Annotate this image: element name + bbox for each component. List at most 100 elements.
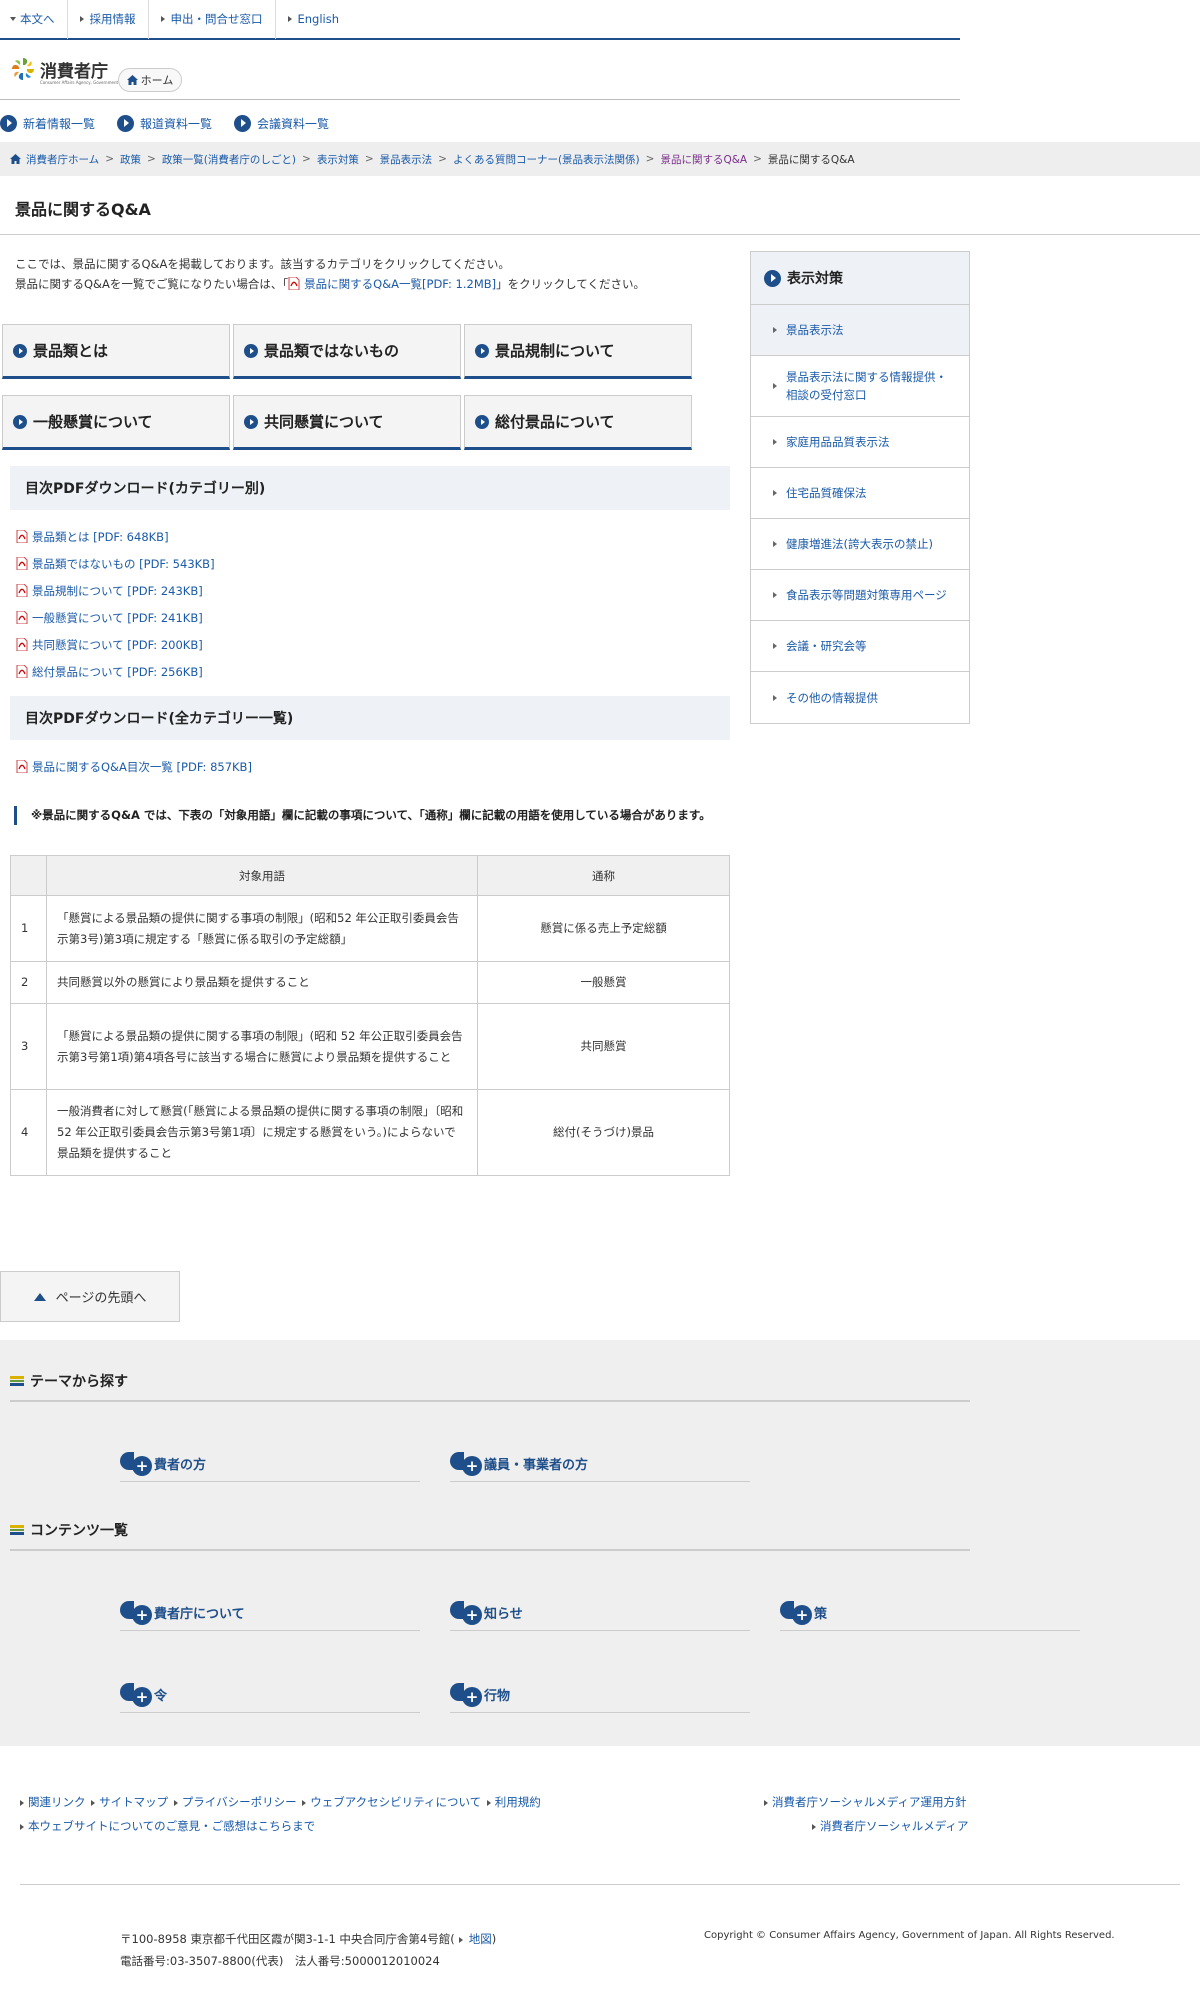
sidebar-item[interactable]: 食品表示等問題対策専用ページ (751, 570, 969, 621)
arrow-right-icon (773, 490, 777, 496)
address: 〒100-8958 東京都千代田区霞が関3-1-1 中央合同庁舎第4号館(地図)… (120, 1932, 497, 1968)
table-row: 4 一般消費者に対して懸賞(「懸賞による景品類の提供に関する事項の制限」〔昭和5… (10, 1089, 730, 1176)
category-button[interactable]: 総付景品について (464, 395, 692, 450)
breadcrumb-item[interactable]: 景品に関するQ&A (660, 152, 747, 167)
alias-cell: 共同懸賞 (477, 1003, 730, 1090)
category-button[interactable]: 景品類とは (2, 324, 230, 379)
skip-to-main-link[interactable]: 本文へ (0, 0, 68, 39)
sidebar-item[interactable]: 会議・研究会等 (751, 621, 969, 672)
pdf-link[interactable]: 景品類ではないもの [PDF: 543KB] (16, 550, 215, 577)
feedback-link[interactable]: 本ウェブサイトについてのご意見・ご感想はこちらまで (28, 1819, 315, 1833)
social-media-link[interactable]: 消費者庁ソーシャルメディア (820, 1819, 968, 1833)
meeting-list-link[interactable]: 会議資料一覧 (234, 114, 329, 132)
divider (0, 234, 1200, 235)
category-button[interactable]: 一般懸賞について (2, 395, 230, 450)
contact-link[interactable]: 申出・問合せ窓口 (149, 0, 276, 39)
footer-links: 関連リンク サイトマップ プライバシーポリシー ウェブアクセシビリティについて … (18, 1790, 541, 1838)
term-cell: 一般消費者に対して懸賞(「懸賞による景品類の提供に関する事項の制限」〔昭和52 … (46, 1089, 478, 1176)
pdf-link[interactable]: 景品に関するQ&A目次一覧 [PDF: 857KB] (16, 753, 252, 780)
footer-link[interactable]: 利用規約 (495, 1795, 541, 1809)
breadcrumb-item[interactable]: 景品表示法 (380, 152, 433, 167)
arrow-right-icon (173, 1800, 178, 1806)
category-pdf-list: 景品類とは [PDF: 648KB] 景品類ではないもの [PDF: 543KB… (16, 523, 215, 685)
arrow-right-icon (764, 1800, 768, 1806)
arrow-circle-icon (13, 414, 27, 429)
footer-tile-about[interactable]: 費者庁について + (120, 1591, 420, 1631)
sidebar-item[interactable]: 景品表示法 (751, 305, 969, 356)
breadcrumb: 消費者庁ホーム > 政策 > 政策一覧(消費者庁のしごと) > 表示対策 > 景品表示法… (0, 142, 1200, 176)
recruit-link[interactable]: 採用情報 (68, 0, 149, 39)
plus-icon: + (462, 1605, 482, 1625)
category-button[interactable]: 共同懸賞について (233, 395, 461, 450)
page-top-button[interactable]: ページの先頭へ (0, 1271, 180, 1322)
row-number: 2 (10, 961, 47, 1004)
arrow-right-icon (773, 541, 777, 547)
arrow-up-icon (33, 1292, 46, 1301)
term-cell: 共同懸賞以外の懸賞により景品類を提供すること (46, 961, 478, 1004)
row-number: 1 (10, 895, 47, 962)
pdf-link[interactable]: 総付景品について [PDF: 256KB] (16, 658, 215, 685)
footer-link[interactable]: 関連リンク (28, 1795, 86, 1809)
pdf-link[interactable]: 景品類とは [PDF: 648KB] (16, 523, 215, 550)
table-header: 対象用語 (46, 855, 478, 896)
chevron-down-icon (10, 17, 16, 21)
plus-icon: + (132, 1687, 152, 1707)
table-row: 1 「懸賞による景品類の提供に関する事項の制限」(昭和52 年公正取引委員会告示… (10, 895, 730, 962)
all-pdf-list: 景品に関するQ&A目次一覧 [PDF: 857KB] (16, 753, 252, 780)
arrow-right-icon (458, 1937, 463, 1943)
footer-link[interactable]: ウェブアクセシビリティについて (310, 1795, 481, 1809)
sidebar-item[interactable]: 住宅品質確保法 (751, 468, 969, 519)
site-logo[interactable]: 消費者庁 Consumer Affairs Agency, Government… (10, 56, 136, 85)
all-qa-pdf-link[interactable]: 景品に関するQ&A一覧[PDF: 1.2MB] (304, 277, 496, 291)
divider (10, 1400, 970, 1402)
arrow-right-icon (160, 16, 165, 22)
section-heading: 目次PDFダウンロード(全カテゴリー一覧) (10, 696, 730, 740)
pdf-link[interactable]: 共同懸賞について [PDF: 200KB] (16, 631, 215, 658)
divider (10, 1549, 970, 1551)
arrow-right-icon (773, 694, 777, 701)
pdf-link[interactable]: 一般懸賞について [PDF: 241KB] (16, 604, 215, 631)
map-link[interactable]: 地図 (469, 1932, 492, 1946)
pdf-link[interactable]: 景品規制について [PDF: 243KB] (16, 577, 215, 604)
category-button[interactable]: 景品規制について (464, 324, 692, 379)
footer-link[interactable]: サイトマップ (99, 1795, 168, 1809)
footer-tile-business[interactable]: 議員・事業者の方 + (450, 1442, 750, 1482)
arrow-right-icon (91, 1800, 96, 1806)
plus-icon: + (462, 1687, 482, 1707)
footer-tile-consumer[interactable]: 費者の方 + (120, 1442, 420, 1482)
sidebar-item[interactable]: 健康増進法(誇大表示の禁止) (751, 519, 969, 570)
section-heading: 目次PDFダウンロード(カテゴリー別) (10, 466, 730, 510)
terms-table: 対象用語 通称 1 「懸賞による景品類の提供に関する事項の制限」(昭和52 年公… (10, 855, 730, 1176)
category-button[interactable]: 景品類ではないもの (233, 324, 461, 379)
row-number: 4 (10, 1089, 47, 1176)
footer-tile-law[interactable]: 令 + (120, 1673, 420, 1713)
terms-note: ※景品に関するQ&A では、下表の「対象用語」欄に記載の事項について、「通称」欄… (14, 806, 730, 825)
menu-lines-icon (10, 1376, 24, 1386)
footer-tile-policy[interactable]: 策 + (780, 1591, 1080, 1631)
home-button[interactable]: ホーム (118, 68, 182, 92)
sidebar-item[interactable]: 景品表示法に関する情報提供・相談の受付窓口 (751, 356, 969, 417)
pdf-icon (288, 276, 300, 291)
footer-link[interactable]: プライバシーポリシー (182, 1795, 297, 1809)
sidebar-item[interactable]: 家庭用品品質表示法 (751, 417, 969, 468)
breadcrumb-item[interactable]: 政策 (120, 152, 141, 167)
arrow-right-icon (20, 1824, 24, 1830)
breadcrumb-item[interactable]: 表示対策 (317, 152, 359, 167)
social-policy-link[interactable]: 消費者庁ソーシャルメディア運用方針 (772, 1795, 966, 1809)
english-link[interactable]: English (276, 0, 352, 39)
footer-tile-publications[interactable]: 行物 + (450, 1673, 750, 1713)
pdf-icon (16, 583, 28, 598)
news-list-link[interactable]: 新着情報一覧 (0, 114, 95, 132)
footer-heading: テーマから探す (10, 1371, 128, 1391)
sidebar-item[interactable]: その他の情報提供 (751, 672, 969, 723)
breadcrumb-item[interactable]: 消費者庁ホーム (26, 152, 99, 167)
press-list-link[interactable]: 報道資料一覧 (117, 114, 212, 132)
arrow-right-icon (773, 592, 777, 598)
breadcrumb-item[interactable]: よくある質問コーナー(景品表示法関係) (453, 152, 640, 167)
footer-tile-news[interactable]: 知らせ + (450, 1591, 750, 1631)
table-header (10, 855, 47, 896)
arrow-right-icon (486, 1800, 491, 1806)
breadcrumb-item[interactable]: 政策一覧(消費者庁のしごと) (162, 152, 296, 167)
page-title: 景品に関するQ&A (15, 200, 151, 219)
arrow-right-icon (79, 16, 84, 22)
